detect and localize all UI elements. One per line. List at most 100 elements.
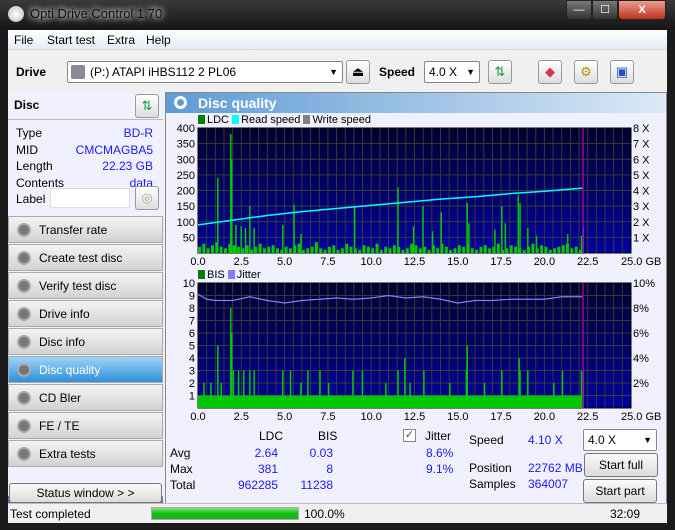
bis-bar (409, 383, 411, 408)
ldc-bar (206, 248, 210, 253)
ldc-bar (323, 249, 327, 253)
nav-create-test-disc[interactable]: Create test disc (8, 244, 163, 271)
menu-extra[interactable]: Extra (107, 33, 135, 47)
disc-type-label: Type (16, 126, 43, 140)
eject-button[interactable]: ⏏ (346, 60, 370, 84)
x-tick-label: 15.0 (447, 411, 468, 423)
start-full-button[interactable]: Start full (584, 453, 658, 477)
label-input[interactable] (50, 188, 130, 208)
jitter-checkbox[interactable]: ✓ (403, 429, 416, 442)
speed-value: 4.0 X (429, 65, 458, 79)
bis-chart: 0.0 2.5 5.0 7.5 10.0 12.5 15.0 17.5 20.0 22.5 25.0… (183, 278, 662, 423)
bis-bar (527, 370, 529, 408)
disc-icon (17, 251, 31, 265)
y-tick-label: 9 (189, 291, 195, 303)
refresh-button[interactable]: ⇅ (488, 60, 512, 84)
bis-bar (307, 370, 309, 408)
nav-cd-bler[interactable]: CD Bler (8, 384, 163, 411)
ldc-bar (431, 231, 434, 253)
bis-bar (561, 370, 564, 408)
nav-transfer-rate[interactable]: Transfer rate (8, 216, 163, 243)
nav-drive-info[interactable]: Drive info (8, 300, 163, 327)
nav-fe-te[interactable]: FE / TE (8, 412, 163, 439)
disc-refresh-button[interactable]: ⇅ (135, 94, 159, 118)
disc-quality-panel: Disc quality LDC Read speed Write speed … (165, 92, 667, 510)
y-tick-label: 2 (189, 378, 195, 390)
ldc-bar (496, 243, 500, 253)
window-title: Opti Drive Control 1.70 (30, 6, 163, 21)
x-tick-label: 25.0 GB (621, 411, 661, 423)
ldc-bar (375, 243, 379, 253)
minimize-button[interactable]: — (566, 0, 592, 20)
drive-select[interactable]: (P:) ATAPI iHBS112 2 PL06 ▼ (67, 61, 343, 83)
menu-help[interactable]: Help (146, 33, 171, 47)
ldc-bar (418, 248, 422, 253)
bis-bar (217, 345, 219, 408)
ldc-bar (410, 243, 414, 253)
elapsed-time: 32:09 (610, 507, 641, 521)
speed-select[interactable]: 4.0 X ▼ (424, 61, 480, 83)
ldc-bar (468, 223, 470, 253)
ldc-bar (198, 246, 201, 253)
save-icon: ▣ (615, 64, 629, 79)
y2-tick-label: 4 X (633, 186, 650, 198)
test-speed-select[interactable]: 4.0 X ▼ (583, 429, 657, 451)
bis-bar (580, 370, 583, 408)
y2-tick-label: 4% (633, 353, 649, 365)
ldc-bar (297, 243, 301, 253)
left-panel: Disc ⇅ Type BD-R MID CMCMAGBA5 Length 22.23 G… (8, 92, 163, 510)
erase-button[interactable]: ◆ (538, 60, 562, 84)
ldc-bar (527, 228, 529, 253)
bis-bar (203, 383, 205, 408)
status-window-button[interactable]: Status window > > (9, 483, 162, 503)
position-value: 22762 MB (528, 461, 583, 475)
stat-avg-ldc: 2.64 (254, 446, 278, 460)
x-tick-label: 0.0 (190, 256, 205, 268)
gear-icon: ⚙ (580, 64, 592, 79)
disc-mid-label: MID (16, 142, 38, 157)
bis-bar (423, 370, 425, 408)
divider (8, 119, 163, 120)
ldc-bar (462, 246, 466, 253)
y2-tick-label: 2 X (633, 217, 650, 229)
ldc-bar (449, 249, 453, 253)
ldc-bar (219, 246, 223, 253)
bis-bar (210, 383, 212, 408)
ldc-bar (570, 248, 574, 253)
ldc-bar (453, 248, 457, 253)
menu-file[interactable]: File (14, 33, 33, 47)
save-button[interactable]: ▣ (610, 60, 634, 84)
bis-base-bar (198, 395, 584, 408)
ldc-bar (522, 249, 526, 253)
stat-total-label: Total (170, 478, 196, 492)
nav-extra-tests[interactable]: Extra tests (8, 440, 163, 467)
maximize-button[interactable]: ☐ (592, 0, 618, 20)
ldc-bar (345, 243, 349, 253)
ldc-bar (319, 248, 323, 253)
ldc-bar (444, 246, 448, 253)
close-button[interactable]: X (618, 0, 666, 20)
x-tick-label: 2.5 (234, 256, 249, 268)
nav-verify-test-disc[interactable]: Verify test disc (8, 272, 163, 299)
x-tick-label: 12.5 (404, 256, 425, 268)
nav-disc-info[interactable]: Disc info (8, 328, 163, 355)
ldc-bar (202, 243, 206, 253)
drive-value: (P:) ATAPI iHBS112 2 PL06 (90, 65, 237, 79)
ldc-bar (540, 245, 544, 253)
x-tick-label: 22.5 (577, 411, 598, 423)
ldc-bar (392, 245, 396, 253)
start-part-button[interactable]: Start part (583, 479, 657, 503)
speed-value: 4.10 X (528, 433, 563, 447)
test-speed-value: 4.0 X (588, 433, 617, 447)
stat-total-ldc: 962285 (237, 478, 278, 492)
x-tick-label: 0.0 (190, 411, 205, 423)
y-tick-label: 7 (189, 316, 195, 328)
ldc-bar (271, 245, 275, 253)
x-tick-label: 17.5 (490, 256, 511, 268)
y2-tick-label: 3 X (633, 201, 650, 213)
disc-button[interactable]: ◎ (135, 186, 159, 210)
bis-bar (237, 370, 240, 408)
menu-start-test[interactable]: Start test (47, 33, 95, 47)
settings-button[interactable]: ⚙ (574, 60, 598, 84)
nav-disc-quality[interactable]: Disc quality (8, 356, 163, 383)
